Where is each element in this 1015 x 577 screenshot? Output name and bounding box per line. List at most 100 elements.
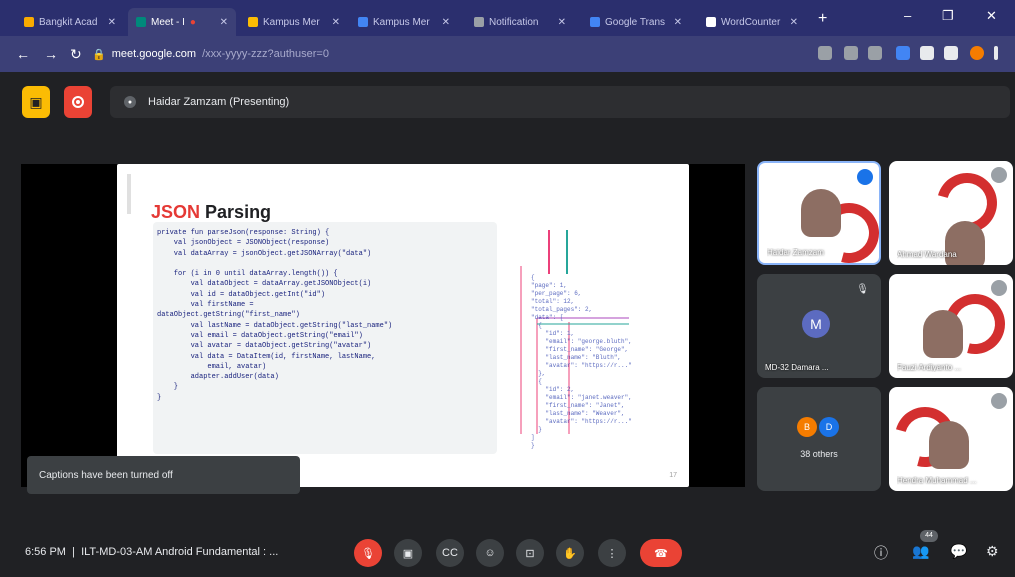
tab-favicon-icon bbox=[358, 17, 368, 27]
record-icon bbox=[72, 96, 84, 108]
browser-tab[interactable]: Kampus Mer ✕ bbox=[350, 8, 458, 36]
tab-favicon-icon bbox=[474, 17, 484, 27]
others-tile[interactable]: B D 38 others bbox=[757, 387, 881, 491]
minimize-icon[interactable]: – bbox=[904, 8, 911, 23]
participant-avatar: M bbox=[802, 310, 830, 338]
new-tab-icon[interactable]: + bbox=[818, 10, 827, 28]
close-tab-icon[interactable]: ✕ bbox=[220, 17, 228, 28]
forward-icon[interactable]: → bbox=[44, 46, 58, 62]
participant-video bbox=[929, 421, 969, 469]
camera-off-icon[interactable]: ▣ bbox=[394, 539, 422, 567]
shared-slide: JSON Parsing private fun parseJson(respo… bbox=[117, 164, 689, 487]
meeting-name: ILT-MD-03-AM Android Fundamental : ... bbox=[81, 546, 279, 558]
tab-favicon-icon bbox=[24, 17, 34, 27]
code-block: private fun parseJson(response: String) … bbox=[153, 222, 497, 454]
tab-favicon-icon bbox=[248, 17, 258, 27]
bookmark-star-icon[interactable] bbox=[868, 46, 882, 60]
camera-icon[interactable] bbox=[818, 46, 832, 60]
puzzle-icon[interactable] bbox=[920, 46, 934, 60]
participant-name: Ahmad Wardana bbox=[897, 250, 957, 259]
maximize-icon[interactable]: ❐ bbox=[942, 8, 954, 24]
participant-name: MD-32 Damara ... bbox=[765, 363, 829, 372]
meeting-details-icon[interactable]: ⓘ bbox=[874, 543, 888, 563]
more-options-icon[interactable]: ⋮ bbox=[598, 539, 626, 567]
chat-icon[interactable]: 💬 bbox=[950, 543, 967, 560]
participant-name: Haidar Zamzam bbox=[767, 248, 824, 257]
menu-icon[interactable] bbox=[994, 46, 998, 60]
tab-title: Google Trans bbox=[605, 16, 666, 28]
presenter-chip[interactable]: ● Haidar Zamzam (Presenting) bbox=[110, 86, 1010, 118]
browser-tab[interactable]: Kampus Mer ✕ bbox=[240, 8, 348, 36]
slide-title-rest: Parsing bbox=[200, 202, 272, 222]
activities-icon[interactable]: ⚙ bbox=[986, 543, 999, 560]
json-diagram: { "page": 1, "per_page": 6, "total": 12,… bbox=[509, 222, 681, 454]
tab-favicon-icon bbox=[136, 17, 146, 27]
participant-name: Hendra Muhammad ... bbox=[897, 476, 977, 485]
address-bar: ← → ↻ 🔒 meet.google.com/xxx-yyyy-zzz?aut… bbox=[0, 36, 1015, 72]
reload-icon[interactable]: ↻ bbox=[70, 46, 82, 63]
recording-dot-icon: ● bbox=[189, 16, 196, 28]
emoji-icon[interactable]: ☺ bbox=[476, 539, 504, 567]
others-count: 38 others bbox=[800, 449, 838, 459]
browser-tab-bar: Bangkit Acad ✕ Meet - I ● ✕ Kampus Mer ✕ Kam… bbox=[0, 0, 1015, 36]
slide-page-number: 17 bbox=[669, 472, 677, 479]
tab-title: Meet - I bbox=[151, 16, 185, 28]
present-screen-icon[interactable]: ⊡ bbox=[516, 539, 544, 567]
url-field[interactable]: 🔒 meet.google.com/xxx-yyyy-zzz?authuser=… bbox=[92, 44, 792, 64]
muted-mic-icon bbox=[991, 280, 1007, 296]
close-tab-icon[interactable]: ✕ bbox=[442, 17, 450, 28]
tab-title: Kampus Mer bbox=[373, 16, 430, 28]
participant-tile[interactable]: Fauzi Ardiyanto ... bbox=[889, 274, 1013, 378]
close-tab-icon[interactable]: ✕ bbox=[674, 17, 682, 28]
muted-mic-icon: 🎙 bbox=[856, 284, 869, 295]
tab-favicon-icon bbox=[590, 17, 600, 27]
close-tab-icon[interactable]: ✕ bbox=[558, 17, 566, 28]
url-path: /xxx-yyyy-zzz?authuser=0 bbox=[202, 48, 329, 60]
browser-tab[interactable]: Google Trans ✕ bbox=[582, 8, 690, 36]
recording-button[interactable] bbox=[64, 86, 92, 118]
participant-tile[interactable]: Hendra Muhammad ... bbox=[889, 387, 1013, 491]
browser-tab[interactable]: WordCounter ✕ bbox=[698, 8, 806, 36]
close-tab-icon[interactable]: ✕ bbox=[332, 17, 340, 28]
muted-mic-icon bbox=[991, 167, 1007, 183]
participant-tile[interactable]: Ahmad Wardana bbox=[889, 161, 1013, 265]
share-icon[interactable] bbox=[844, 46, 858, 60]
close-tab-icon[interactable]: ✕ bbox=[108, 17, 116, 28]
participant-video bbox=[923, 310, 963, 358]
tab-title: WordCounter bbox=[721, 16, 781, 28]
captions-icon[interactable]: CC bbox=[436, 539, 464, 567]
sidepanel-icon[interactable] bbox=[944, 46, 958, 60]
tab-title: Notification bbox=[489, 16, 539, 28]
tab-title: Kampus Mer bbox=[263, 16, 320, 28]
participant-tile[interactable]: M 🎙 MD-32 Damara ... bbox=[757, 274, 881, 378]
presenter-avatar: ● bbox=[124, 96, 136, 108]
participants-count-badge: 44 bbox=[920, 530, 938, 542]
participant-tile[interactable]: Haidar Zamzam bbox=[757, 161, 881, 265]
json-sample-text: { "page": 1, "per_page": 6, "total": 12,… bbox=[531, 274, 632, 449]
profile-avatar[interactable] bbox=[970, 46, 984, 60]
people-icon[interactable]: 👥 bbox=[912, 543, 929, 560]
meeting-info: 6:56 PM | ILT-MD-03-AM Android Fundament… bbox=[25, 546, 279, 558]
leave-call-button[interactable]: ☎ bbox=[640, 539, 682, 567]
captions-toast: Captions have been turned off bbox=[27, 456, 300, 494]
microphone-off-icon[interactable]: 🎙 bbox=[354, 539, 382, 567]
tab-favicon-icon bbox=[706, 17, 716, 27]
close-window-icon[interactable]: ✕ bbox=[986, 8, 997, 24]
participant-name: Fauzi Ardiyanto ... bbox=[897, 363, 962, 372]
muted-mic-icon bbox=[991, 393, 1007, 409]
browser-tab-active[interactable]: Meet - I ● ✕ bbox=[128, 8, 236, 36]
extension-icon[interactable] bbox=[896, 46, 910, 60]
presentation-stage: JSON Parsing private fun parseJson(respo… bbox=[21, 164, 745, 487]
participant-avatar: D bbox=[819, 417, 839, 437]
slide-accent-bar bbox=[127, 174, 131, 214]
browser-tab[interactable]: Notification ✕ bbox=[466, 8, 574, 36]
back-icon[interactable]: ← bbox=[16, 46, 30, 62]
meet-top-bar: ▣ ● Haidar Zamzam (Presenting) bbox=[12, 84, 1012, 124]
browser-tab[interactable]: Bangkit Acad ✕ bbox=[16, 8, 124, 36]
meet-control-bar: 6:56 PM | ILT-MD-03-AM Android Fundament… bbox=[0, 530, 1015, 577]
captions-toast-text: Captions have been turned off bbox=[39, 470, 173, 481]
raise-hand-icon[interactable]: ✋ bbox=[556, 539, 584, 567]
tab-title: Bangkit Acad bbox=[39, 16, 98, 28]
presentation-icon[interactable]: ▣ bbox=[22, 86, 50, 118]
close-tab-icon[interactable]: ✕ bbox=[790, 17, 798, 28]
